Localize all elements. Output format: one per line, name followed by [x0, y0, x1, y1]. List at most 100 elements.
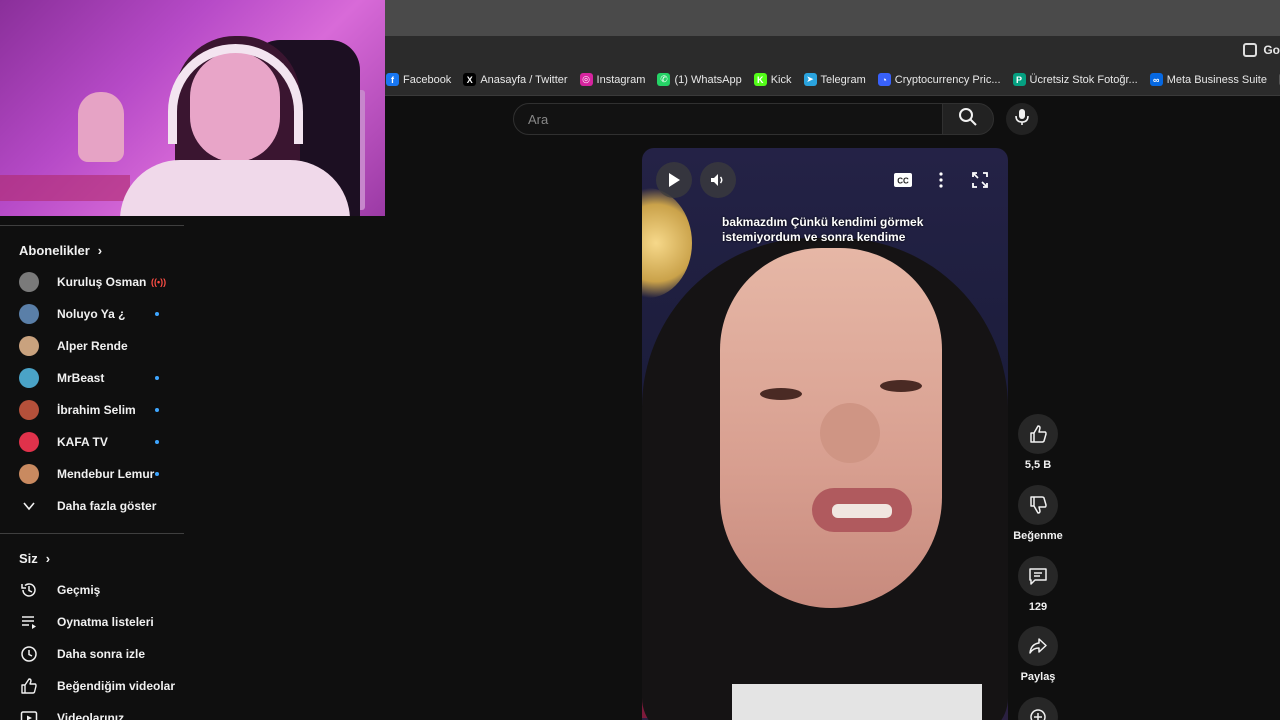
screenshot-icon	[1243, 43, 1258, 57]
meta-icon: ∞	[1149, 73, 1163, 86]
menu-item[interactable]: Daha sonra izle	[19, 644, 179, 664]
subscription-item[interactable]: Kuruluş Osman ((•))	[19, 272, 169, 292]
webcam-overlay	[0, 0, 385, 216]
comment-icon	[1029, 568, 1047, 585]
search-button[interactable]	[942, 103, 994, 135]
channel-avatar	[19, 400, 39, 420]
microphone-icon	[1014, 108, 1030, 131]
cc-icon: CC	[894, 173, 912, 187]
comments-button[interactable]: 129	[1017, 556, 1059, 613]
subscription-item[interactable]: KAFA TV	[19, 432, 169, 452]
menu-item[interactable]: Videolarınız	[19, 708, 179, 720]
new-content-indicator	[155, 312, 159, 316]
captions-button[interactable]: CC	[891, 168, 915, 192]
menu-item-label: Daha sonra izle	[57, 647, 146, 661]
instagram-icon: ◎	[579, 73, 593, 86]
bookmark-item[interactable]: ➤ Telegram	[803, 73, 866, 86]
dislike-button[interactable]: Beğenme	[1013, 485, 1063, 542]
whatsapp-icon: ✆	[657, 73, 671, 86]
menu-item[interactable]: Geçmiş	[19, 580, 179, 600]
you-header[interactable]: Siz ›	[19, 551, 50, 566]
like-button[interactable]: 5,5 B	[1017, 414, 1059, 471]
comment-count: 129	[1028, 601, 1048, 613]
new-content-indicator	[155, 408, 159, 412]
new-content-indicator	[155, 376, 159, 380]
subscription-item[interactable]: Mendebur Lemur	[19, 464, 169, 484]
sidebar: Abonelikler › Kuruluş Osman ((•)) Noluyo Y…	[0, 216, 184, 720]
remix-icon	[1030, 709, 1046, 720]
dislike-label: Beğenme	[1013, 530, 1063, 542]
bookmark-label: Meta Business Suite	[1166, 73, 1267, 86]
bookmark-item[interactable]: ◎ Instagram	[579, 73, 646, 86]
play-icon	[669, 173, 680, 187]
channel-name: İbrahim Selim	[57, 403, 136, 417]
playlists-icon	[19, 612, 39, 632]
bookmark-label: Facebook	[403, 73, 452, 86]
extension-button[interactable]: Go	[1243, 40, 1280, 60]
subscription-item[interactable]: İbrahim Selim	[19, 400, 169, 420]
voice-search-button[interactable]	[1006, 103, 1038, 135]
channel-avatar	[19, 464, 39, 484]
fullscreen-button[interactable]	[968, 168, 992, 192]
search-input[interactable]: Ara	[513, 103, 943, 135]
channel-name: Noluyo Ya ¿	[57, 307, 126, 321]
bookmark-item[interactable]: K Kick	[753, 73, 792, 86]
more-vert-icon	[939, 172, 943, 188]
share-label: Paylaş	[1020, 671, 1056, 683]
sidebar-divider	[0, 533, 184, 534]
channel-avatar	[19, 304, 39, 324]
subscriptions-header[interactable]: Abonelikler ›	[19, 243, 102, 258]
fullscreen-icon	[972, 172, 988, 188]
svg-text:CC: CC	[897, 177, 909, 186]
new-content-indicator	[155, 472, 159, 476]
kick-icon: K	[753, 73, 767, 86]
channel-avatar	[19, 432, 39, 452]
telegram-icon: ➤	[803, 73, 817, 86]
share-button[interactable]: Paylaş	[1017, 626, 1059, 683]
bookmark-label: Kick	[770, 73, 792, 86]
bookmark-item[interactable]: ∞ Meta Business Suite	[1149, 73, 1267, 86]
share-icon	[1029, 638, 1047, 654]
volume-icon	[711, 174, 723, 186]
subscription-item[interactable]: MrBeast	[19, 368, 169, 388]
bookmark-label: Anasayfa / Twitter	[480, 73, 568, 86]
bookmark-item[interactable]: f Facebook	[386, 73, 451, 86]
channel-name: MrBeast	[57, 371, 105, 385]
channel-name: Kuruluş Osman	[57, 275, 147, 289]
bookmark-item[interactable]: X Anasayfa / Twitter	[463, 73, 568, 86]
x-icon: X	[463, 73, 477, 86]
show-more-label: Daha fazla göster	[57, 499, 157, 513]
menu-item-label: Geçmiş	[57, 583, 101, 597]
like-count: 5,5 B	[1024, 459, 1052, 471]
bookmark-label: Ücretsiz Stok Fotoğr...	[1029, 73, 1138, 86]
bookmark-label: Instagram	[596, 73, 646, 86]
mute-button[interactable]	[700, 162, 736, 198]
bookmark-item[interactable]: P Ücretsiz Stok Fotoğr...	[1012, 73, 1138, 86]
remix-button[interactable]	[1017, 697, 1059, 720]
channel-name: KAFA TV	[57, 435, 108, 449]
play-button[interactable]	[656, 162, 692, 198]
menu-item-label: Beğendiğim videolar	[57, 679, 176, 693]
video-caption: bakmazdım Çünkü kendimi görmek istemiyor…	[722, 215, 924, 244]
menu-item-label: Videolarınız	[57, 711, 125, 720]
bookmark-item[interactable]: ✆ (1) WhatsApp	[657, 73, 742, 86]
subscription-item[interactable]: Noluyo Ya ¿	[19, 304, 169, 324]
your-videos-icon	[19, 708, 39, 720]
chevron-right-icon: ›	[45, 551, 51, 566]
menu-item[interactable]: Oynatma listeleri	[19, 612, 179, 632]
sidebar-divider	[0, 225, 184, 226]
new-content-indicator	[155, 440, 159, 444]
pexels-icon: P	[1012, 73, 1026, 86]
thumbs-up-icon	[1030, 425, 1047, 443]
shorts-video-player[interactable]: CC bakmazdım Çünkü kendimi görmek istemi…	[642, 148, 1008, 720]
menu-item[interactable]: Beğendiğim videolar	[19, 676, 179, 696]
chevron-down-icon	[19, 496, 39, 516]
more-options-button[interactable]	[929, 168, 953, 192]
bookmark-item[interactable]: ◔ Cryptocurrency Pric...	[877, 73, 1001, 86]
facebook-icon: f	[386, 73, 399, 86]
show-more-button[interactable]: Daha fazla göster	[19, 496, 179, 516]
thumbs-down-icon	[1030, 496, 1047, 514]
subscription-item[interactable]: Alper Rende	[19, 336, 169, 356]
channel-name: Alper Rende	[57, 339, 128, 353]
menu-item-label: Oynatma listeleri	[57, 615, 154, 629]
